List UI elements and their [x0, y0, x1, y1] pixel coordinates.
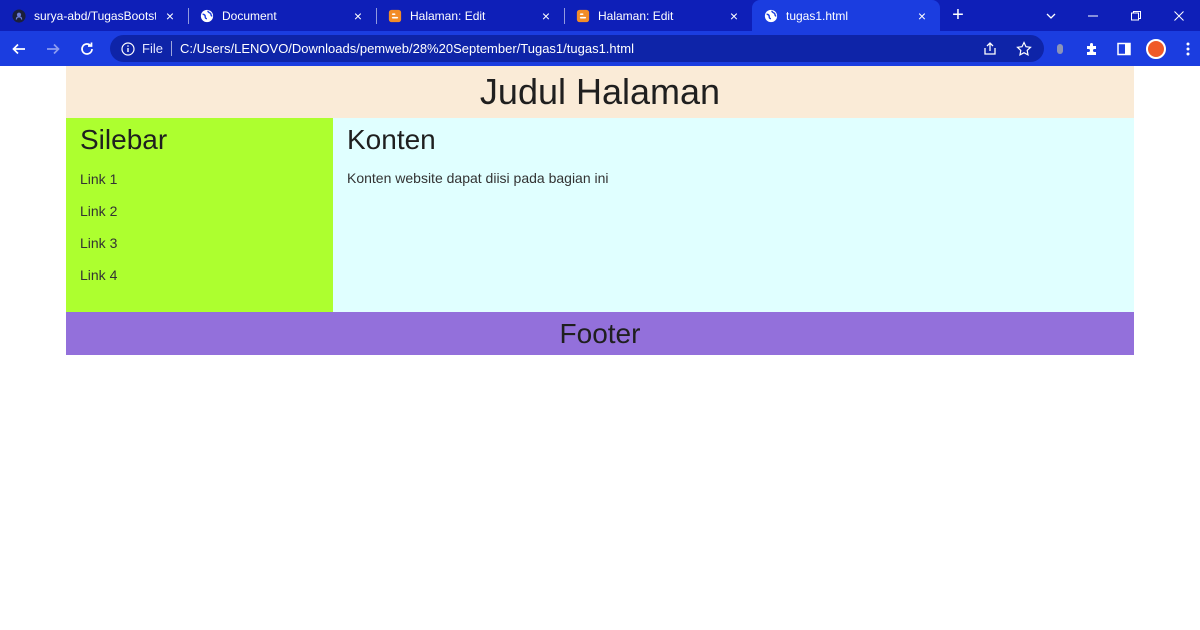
close-icon[interactable]: × [538, 8, 554, 24]
sidebar: Silebar Link 1 Link 2 Link 3 Link 4 [66, 118, 333, 312]
tab-halaman-edit-1[interactable]: Halaman: Edit × [376, 0, 564, 31]
globe-icon [200, 9, 214, 23]
tab-search-button[interactable] [1031, 0, 1071, 31]
main-area: Silebar Link 1 Link 2 Link 3 Link 4 Kont… [66, 118, 1134, 312]
arrow-left-icon [12, 43, 25, 54]
page-title: Judul Halaman [479, 71, 721, 112]
menu-icon[interactable] [1178, 39, 1198, 59]
puzzle-icon[interactable] [1082, 39, 1102, 59]
info-icon[interactable] [120, 41, 136, 57]
globe-icon [764, 9, 778, 23]
github-icon [12, 8, 26, 23]
reload-button[interactable] [72, 34, 102, 64]
share-icon[interactable] [980, 39, 1000, 59]
tab-title: surya-abd/TugasBootstrap [34, 8, 156, 23]
sidebar-link-4[interactable]: Link 4 [80, 266, 319, 284]
sidebar-link-2[interactable]: Link 2 [80, 202, 319, 220]
tab-title: Halaman: Edit [598, 8, 674, 23]
content-text: Konten website dapat diisi pada bagian i… [347, 170, 609, 186]
forward-button[interactable] [38, 34, 68, 64]
star-icon[interactable] [1014, 39, 1034, 59]
footer-title: Footer [559, 317, 641, 349]
url-text[interactable]: C:/Users/LENOVO/Downloads/pemweb/28%20Se… [180, 41, 980, 56]
tab-document[interactable]: Document × [188, 0, 376, 31]
new-tab-button[interactable]: + [940, 0, 976, 31]
sidebar-link-1[interactable]: Link 1 [80, 170, 319, 188]
tab-title: Document [222, 8, 277, 23]
arrow-right-icon [47, 43, 60, 54]
address-divider [170, 41, 172, 56]
page-header: Judul Halaman [66, 66, 1134, 118]
tab-strip: surya-abd/TugasBootstrap × Document × Ha… [0, 0, 1200, 31]
tab-github[interactable]: surya-abd/TugasBootstrap × [0, 0, 188, 31]
close-icon[interactable]: × [350, 8, 366, 24]
close-icon[interactable]: × [914, 8, 930, 24]
tab-title: tugas1.html [786, 8, 849, 23]
tab-tugas1[interactable]: tugas1.html × [752, 0, 940, 31]
tab-halaman-edit-2[interactable]: Halaman: Edit × [564, 0, 752, 31]
back-button[interactable] [4, 34, 34, 64]
window-controls [1031, 0, 1200, 31]
blogger-icon [576, 9, 590, 23]
chevron-down-icon [1046, 13, 1056, 19]
close-icon[interactable]: × [726, 8, 742, 24]
blogger-icon [388, 9, 402, 23]
close-window-icon [1173, 10, 1184, 21]
close-icon[interactable]: × [162, 8, 178, 24]
tab-title: Halaman: Edit [410, 8, 486, 23]
restore-button[interactable] [1114, 0, 1157, 31]
extension-dot-icon[interactable] [1050, 39, 1070, 59]
profile-avatar[interactable] [1146, 38, 1166, 59]
minimize-icon [1087, 15, 1098, 16]
avatar [1146, 38, 1166, 59]
web-page: Judul Halaman Silebar Link 1 Link 2 Link… [66, 66, 1134, 355]
address-bar[interactable]: File C:/Users/LENOVO/Downloads/pemweb/28… [110, 35, 1044, 62]
restore-icon [1130, 10, 1141, 20]
close-window-button[interactable] [1157, 0, 1200, 31]
browser-toolbar: File C:/Users/LENOVO/Downloads/pemweb/28… [0, 31, 1200, 66]
scheme-label: File [142, 41, 163, 56]
content-section: Konten Konten website dapat diisi pada b… [333, 118, 1134, 312]
sidebar-title: Silebar [80, 124, 168, 155]
toolbar-actions [1050, 38, 1198, 59]
side-panel-icon[interactable] [1114, 39, 1134, 59]
minimize-button[interactable] [1071, 0, 1114, 31]
content-title: Konten [347, 124, 436, 155]
sidebar-link-3[interactable]: Link 3 [80, 234, 319, 252]
page-footer: Footer [66, 312, 1134, 355]
reload-icon [81, 42, 93, 55]
address-actions [980, 39, 1034, 59]
